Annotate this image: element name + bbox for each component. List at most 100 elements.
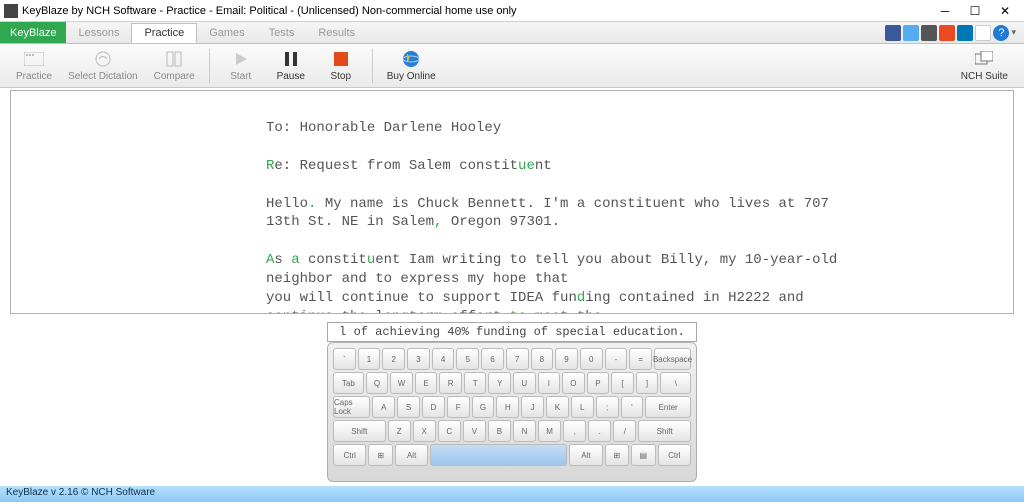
key-tab: Tab xyxy=(333,372,364,394)
key-9: 9 xyxy=(555,348,578,370)
share-icon[interactable] xyxy=(921,25,937,41)
key-row-4: Shift Z X C V B N M , . / Shift xyxy=(333,420,691,442)
key-minus: - xyxy=(605,348,628,370)
key-row-1: ` 1 2 3 4 5 6 7 8 9 0 - = Backspace xyxy=(333,348,691,370)
key-slash: / xyxy=(613,420,636,442)
suite-icon xyxy=(974,49,994,69)
key-2: 2 xyxy=(382,348,405,370)
preview-line: l of achieving 40% funding of special ed… xyxy=(327,322,697,342)
key-row-5: Ctrl ⊞ Alt Alt ⊞ ▤ Ctrl xyxy=(333,444,691,466)
pause-icon xyxy=(281,49,301,69)
key-rshift: Shift xyxy=(638,420,691,442)
key-lbracket: [ xyxy=(611,372,634,394)
stop-icon xyxy=(331,49,351,69)
key-rbracket: ] xyxy=(636,372,659,394)
status-bar: KeyBlaze v 2.16 © NCH Software xyxy=(0,486,1024,502)
close-button[interactable]: ✕ xyxy=(990,1,1020,21)
maximize-button[interactable]: ☐ xyxy=(960,1,990,21)
key-semi: ; xyxy=(596,396,619,418)
tab-games[interactable]: Games xyxy=(197,22,256,43)
tab-bar: KeyBlaze Lessons Practice Games Tests Re… xyxy=(0,22,1024,44)
audio-icon xyxy=(93,49,113,69)
nch-suite-button[interactable]: NCH Suite xyxy=(953,47,1016,84)
key-l: L xyxy=(571,396,594,418)
app-tab[interactable]: KeyBlaze xyxy=(0,22,66,43)
key-t: T xyxy=(464,372,487,394)
key-period: . xyxy=(588,420,611,442)
key-backtick: ` xyxy=(333,348,356,370)
key-v: V xyxy=(463,420,486,442)
key-comma: , xyxy=(563,420,586,442)
key-quote: ' xyxy=(621,396,644,418)
key-row-2: Tab Q W E R T Y U I O P [ ] \ xyxy=(333,372,691,394)
key-x: X xyxy=(413,420,436,442)
key-8: 8 xyxy=(531,348,554,370)
key-ralt: Alt xyxy=(569,444,602,466)
key-o: O xyxy=(562,372,585,394)
key-r: R xyxy=(439,372,462,394)
key-k: K xyxy=(546,396,569,418)
compare-button[interactable]: Compare xyxy=(146,47,203,84)
select-dictation-button[interactable]: Select Dictation xyxy=(60,47,145,84)
key-3: 3 xyxy=(407,348,430,370)
key-q: Q xyxy=(366,372,389,394)
practice-button[interactable]: Practice xyxy=(8,47,60,84)
compare-icon xyxy=(164,49,184,69)
key-4: 4 xyxy=(432,348,455,370)
key-s: S xyxy=(397,396,420,418)
key-j: J xyxy=(521,396,544,418)
start-button[interactable]: Start xyxy=(216,47,266,84)
key-lctrl: Ctrl xyxy=(333,444,366,466)
key-lwin: ⊞ xyxy=(368,444,392,466)
key-space xyxy=(430,444,567,466)
key-c: C xyxy=(438,420,461,442)
status-text: KeyBlaze v 2.16 © NCH Software xyxy=(6,487,155,498)
key-n: N xyxy=(513,420,536,442)
key-7: 7 xyxy=(506,348,529,370)
minimize-button[interactable]: ─ xyxy=(930,1,960,21)
pause-button[interactable]: Pause xyxy=(266,47,316,84)
dropdown-icon[interactable] xyxy=(975,25,991,41)
tab-practice[interactable]: Practice xyxy=(131,23,197,43)
linkedin-icon[interactable] xyxy=(957,25,973,41)
key-b: B xyxy=(488,420,511,442)
keyboard-icon xyxy=(24,49,44,69)
virtual-keyboard: ` 1 2 3 4 5 6 7 8 9 0 - = Backspace Tab … xyxy=(327,342,697,482)
twitter-icon[interactable] xyxy=(903,25,919,41)
key-0: 0 xyxy=(580,348,603,370)
key-rctrl: Ctrl xyxy=(658,444,691,466)
key-i: I xyxy=(538,372,561,394)
key-equals: = xyxy=(629,348,652,370)
typing-panel: To: Honorable Darlene Hooley Re: Request… xyxy=(10,90,1014,314)
title-bar: KeyBlaze by NCH Software - Practice - Em… xyxy=(0,0,1024,22)
key-5: 5 xyxy=(456,348,479,370)
stumble-icon[interactable] xyxy=(939,25,955,41)
key-enter: Enter xyxy=(645,396,691,418)
key-g: G xyxy=(472,396,495,418)
key-row-3: Caps Lock A S D F G H J K L ; ' Enter xyxy=(333,396,691,418)
key-6: 6 xyxy=(481,348,504,370)
key-lshift: Shift xyxy=(333,420,386,442)
key-d: D xyxy=(422,396,445,418)
key-u: U xyxy=(513,372,536,394)
globe-icon xyxy=(401,49,421,69)
key-w: W xyxy=(390,372,413,394)
key-a: A xyxy=(372,396,395,418)
key-e: E xyxy=(415,372,438,394)
toolbar: Practice Select Dictation Compare Start … xyxy=(0,44,1024,88)
facebook-icon[interactable] xyxy=(885,25,901,41)
tab-lessons[interactable]: Lessons xyxy=(66,22,131,43)
tab-tests[interactable]: Tests xyxy=(257,22,307,43)
stop-button[interactable]: Stop xyxy=(316,47,366,84)
key-1: 1 xyxy=(358,348,381,370)
key-f: F xyxy=(447,396,470,418)
buy-online-button[interactable]: Buy Online xyxy=(379,47,444,84)
help-dropdown-icon[interactable]: ▾ xyxy=(1011,27,1016,38)
help-icon[interactable]: ? xyxy=(993,25,1009,41)
tab-results[interactable]: Results xyxy=(306,22,367,43)
key-menu: ▤ xyxy=(631,444,655,466)
key-y: Y xyxy=(488,372,511,394)
play-icon xyxy=(231,49,251,69)
app-icon xyxy=(4,4,18,18)
social-icons: ? ▾ xyxy=(885,22,1024,43)
